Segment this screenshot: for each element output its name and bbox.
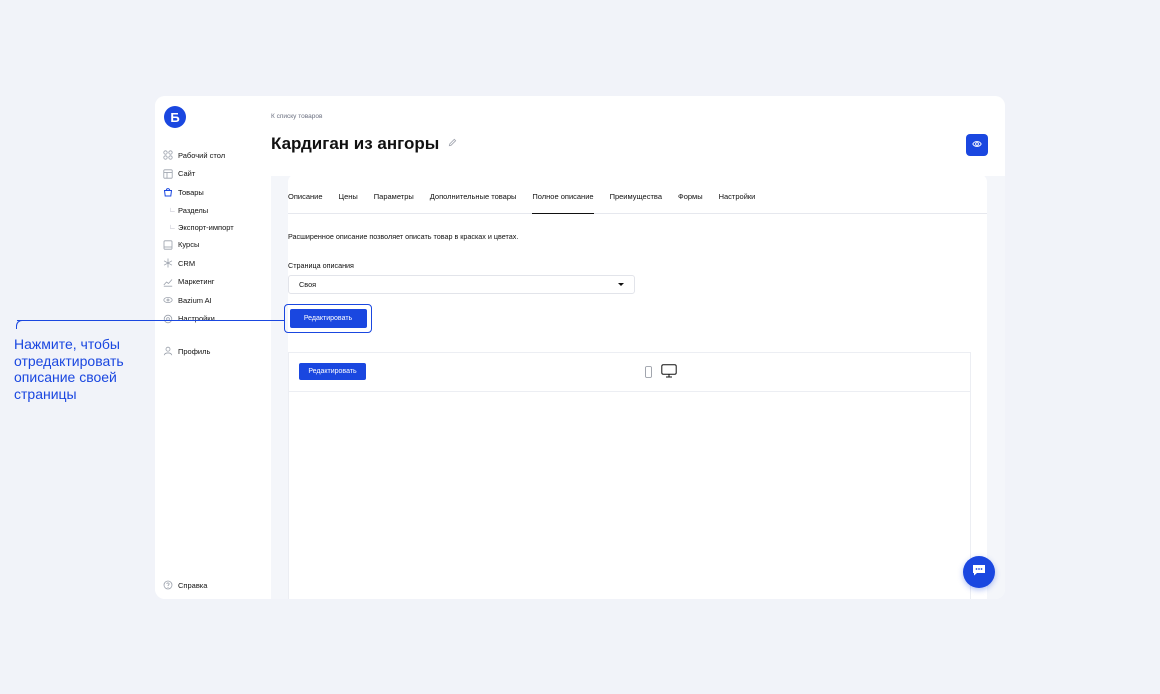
annotation-line: [17, 320, 285, 321]
page-select[interactable]: Своя: [288, 275, 635, 294]
help-label: Справка: [178, 580, 208, 590]
tab-advantages[interactable]: Преимущества: [610, 189, 662, 213]
sidebar-subitem-label: Экспорт-импорт: [178, 222, 234, 232]
help-icon: [163, 580, 173, 590]
sidebar-item-profile[interactable]: Профиль: [163, 342, 269, 361]
sidebar-item-label: Курсы: [178, 240, 200, 250]
tab-settings[interactable]: Настройки: [719, 189, 756, 213]
page-title: Кардиган из ангоры: [271, 134, 440, 153]
user-icon: [163, 346, 173, 356]
app-window: Б Рабочий стол Сайт Товары ∟ Разделы ∟ Э…: [155, 96, 1005, 599]
eye-icon: [972, 136, 982, 154]
tab-description[interactable]: Описание: [288, 189, 323, 213]
page-select-value: Своя: [299, 280, 317, 289]
sidebar-subitem-export-import[interactable]: ∟ Экспорт-импорт: [163, 219, 269, 236]
main-area: К списку товаров Кардиган из ангоры Опис…: [271, 96, 1005, 599]
sidebar-subitem-label: Разделы: [178, 205, 209, 215]
ai-icon: [163, 295, 173, 305]
breadcrumb[interactable]: К списку товаров: [271, 113, 322, 120]
chart-icon: [163, 277, 173, 287]
content-panel: Описание Цены Параметры Дополнительные т…: [284, 174, 987, 599]
chevron-down-icon: [618, 283, 624, 286]
preview-frame: Редактировать: [288, 352, 971, 599]
header: К списку товаров Кардиган из ангоры: [271, 96, 1005, 176]
page-select-label: Страница описания: [288, 261, 354, 270]
sidebar-subitem-sections[interactable]: ∟ Разделы: [163, 202, 269, 219]
preview-edit-button[interactable]: Редактировать: [299, 363, 366, 380]
sidebar-item-label: Настройки: [178, 314, 215, 324]
sidebar-item-label: Товары: [178, 187, 204, 197]
device-switcher: [645, 364, 677, 383]
edit-button[interactable]: Редактировать: [289, 309, 367, 328]
book-icon: [163, 240, 173, 250]
snowflake-icon: [163, 258, 173, 268]
sidebar-item-crm[interactable]: CRM: [163, 254, 269, 273]
sidebar-item-desktop[interactable]: Рабочий стол: [163, 146, 269, 165]
sidebar-help[interactable]: Справка: [163, 580, 207, 590]
tab-prices[interactable]: Цены: [339, 189, 358, 213]
sidebar-item-label: Маркетинг: [178, 277, 215, 287]
sidebar-item-courses[interactable]: Курсы: [163, 236, 269, 255]
tab-bar: Описание Цены Параметры Дополнительные т…: [288, 189, 987, 214]
sidebar-item-label: Bazium AI: [178, 295, 212, 305]
sidebar-item-label: Рабочий стол: [178, 150, 226, 160]
chat-icon: [971, 562, 987, 583]
description-text: Расширенное описание позволяет описать т…: [288, 232, 519, 241]
tab-full-description[interactable]: Полное описание: [532, 189, 594, 214]
sidebar-item-marketing[interactable]: Маркетинг: [163, 273, 269, 292]
sidebar-item-settings[interactable]: Настройки: [163, 310, 269, 329]
mobile-icon[interactable]: [645, 365, 652, 383]
edit-button-highlight: Редактировать: [284, 304, 372, 333]
branch-icon: ∟: [169, 223, 176, 231]
sidebar-item-label: Профиль: [178, 346, 211, 356]
grid-icon: [163, 150, 173, 160]
tab-forms[interactable]: Формы: [678, 189, 703, 213]
sidebar-item-bazium-ai[interactable]: Bazium AI: [163, 291, 269, 310]
preview-button[interactable]: [966, 134, 988, 156]
sidebar-item-label: Сайт: [178, 169, 196, 179]
preview-toolbar: Редактировать: [289, 353, 970, 392]
sidebar-item-products[interactable]: Товары: [163, 183, 269, 202]
sidebar-item-site[interactable]: Сайт: [163, 165, 269, 184]
chat-button[interactable]: [963, 556, 995, 588]
branch-icon: ∟: [169, 206, 176, 214]
sidebar: Б Рабочий стол Сайт Товары ∟ Разделы ∟ Э…: [155, 96, 271, 599]
annotation-callout: Нажмите, чтобы отредактировать описание …: [14, 336, 124, 402]
logo[interactable]: Б: [164, 106, 186, 128]
tab-parameters[interactable]: Параметры: [374, 189, 414, 213]
pencil-icon[interactable]: [448, 138, 457, 150]
gear-icon: [163, 314, 173, 324]
page-title-row: Кардиган из ангоры: [271, 134, 457, 154]
sidebar-item-label: CRM: [178, 258, 196, 268]
desktop-icon[interactable]: [661, 364, 677, 383]
layout-icon: [163, 169, 173, 179]
annotation-hook: [16, 320, 25, 329]
sidebar-nav: Рабочий стол Сайт Товары ∟ Разделы ∟ Экс…: [163, 146, 269, 361]
basket-icon: [163, 187, 173, 197]
tab-additional-products[interactable]: Дополнительные товары: [430, 189, 517, 213]
